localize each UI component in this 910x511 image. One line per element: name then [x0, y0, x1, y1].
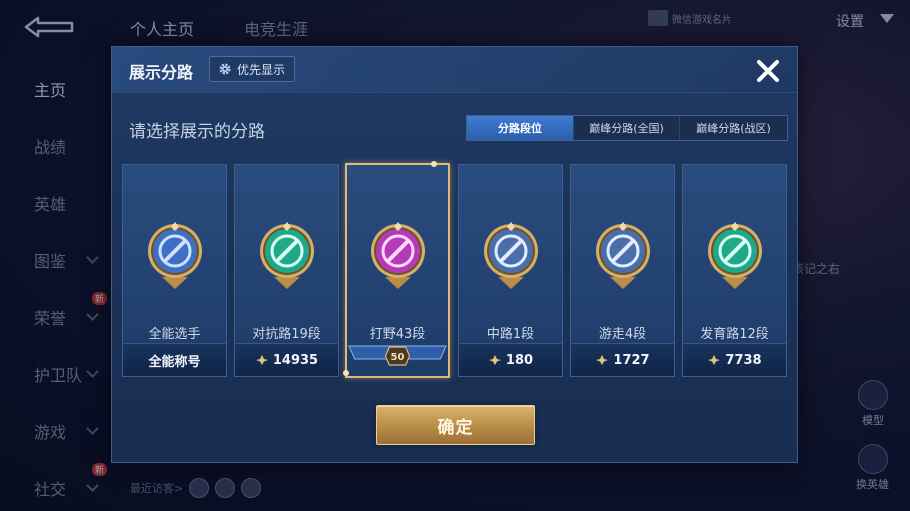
lane-card-stat-value: 7738	[725, 352, 762, 368]
lane-card-name: 中路1段	[486, 327, 535, 342]
tab-lane-rank[interactable]: 分路段位	[467, 116, 573, 140]
lane-emblem-icon	[370, 222, 425, 289]
lane-emblem-icon	[707, 222, 762, 289]
rank-star-icon	[596, 355, 609, 365]
lane-card-name: 游走4段	[598, 327, 647, 342]
lane-emblem-icon	[147, 222, 202, 289]
lane-card[interactable]: 全能选手 全能称号	[122, 164, 227, 377]
lane-emblem-icon	[483, 222, 538, 289]
lane-card-stat: 14935	[235, 343, 338, 376]
tab-peak-lane-national[interactable]: 巅峰分路(全国)	[573, 116, 679, 140]
show-lane-dialog: 展示分路 优先显示 请选择展示的分路 分路段位 巅峰分路(全国) 巅峰分路(战区…	[111, 46, 798, 463]
lane-emblem-icon	[595, 222, 650, 289]
lane-category-tabs: 分路段位 巅峰分路(全国) 巅峰分路(战区)	[466, 115, 788, 141]
lane-card[interactable]: 发育路12段 7738	[682, 164, 787, 377]
lane-card[interactable]: 打野43段 50	[343, 161, 450, 378]
priority-display-button[interactable]: 优先显示	[209, 56, 296, 82]
lane-card-stat: 全能称号	[123, 343, 226, 376]
tab-peak-lane-region[interactable]: 巅峰分路(战区)	[679, 116, 787, 140]
lane-card-name: 全能选手	[148, 327, 201, 342]
lane-card-stat-value: 全能称号	[148, 354, 201, 370]
lane-card-stat: 180	[459, 343, 562, 376]
selection-corner	[343, 370, 349, 376]
rank-star-icon	[255, 355, 268, 365]
close-icon[interactable]	[752, 55, 784, 87]
lane-card-name: 对抗路19段	[252, 327, 321, 342]
dialog-subtitle: 请选择展示的分路	[129, 122, 265, 142]
lane-card-stat-value: 14935	[272, 352, 319, 368]
lane-card-stat: 7738	[683, 343, 786, 376]
lane-card[interactable]: 中路1段 180	[458, 164, 563, 377]
lane-card-name: 打野43段	[369, 327, 426, 342]
selection-corner	[431, 161, 437, 167]
lane-card-stat: 1727	[571, 343, 674, 376]
lane-card-stat-value: 180	[505, 352, 534, 368]
lane-card-name: 发育路12段	[700, 327, 769, 342]
rank-star-icon	[488, 355, 501, 365]
lane-card[interactable]: 对抗路19段 14935	[234, 164, 339, 377]
rank-star-icon	[708, 355, 721, 365]
lane-card-stat-value: 1727	[613, 352, 650, 368]
dialog-header: 展示分路 优先显示	[112, 47, 797, 93]
dialog-title: 展示分路	[129, 63, 194, 82]
priority-display-label: 优先显示	[237, 62, 286, 77]
level-badge: 50	[390, 352, 405, 363]
confirm-button[interactable]: 确定	[376, 405, 535, 445]
gear-icon	[219, 63, 231, 75]
lane-emblem-icon	[259, 222, 314, 289]
lane-card[interactable]: 游走4段 1727	[570, 164, 675, 377]
